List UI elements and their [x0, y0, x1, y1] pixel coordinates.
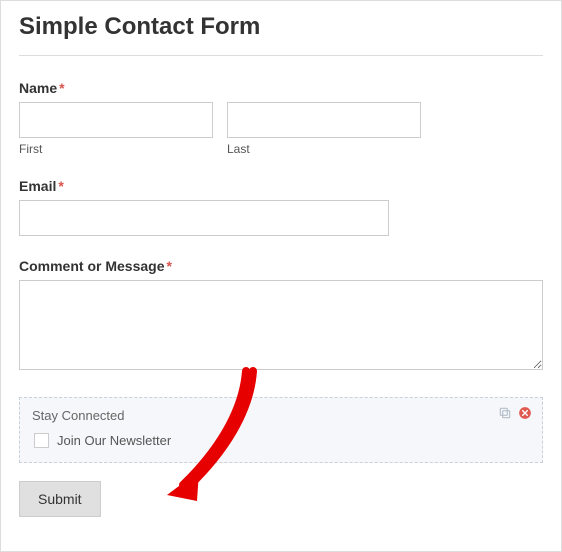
- newsletter-checkbox-label: Join Our Newsletter: [57, 433, 171, 448]
- email-field: Email*: [19, 178, 543, 236]
- divider: [19, 55, 543, 56]
- comment-textarea[interactable]: [19, 280, 543, 370]
- name-label-text: Name: [19, 80, 57, 96]
- email-required: *: [58, 178, 63, 194]
- newsletter-checkbox[interactable]: [34, 433, 49, 448]
- email-label: Email*: [19, 178, 543, 194]
- comment-label: Comment or Message*: [19, 258, 543, 274]
- name-field: Name* First Last: [19, 80, 543, 156]
- name-required: *: [59, 80, 64, 96]
- last-name-input[interactable]: [227, 102, 421, 138]
- first-name-input[interactable]: [19, 102, 213, 138]
- page-title: Simple Contact Form: [19, 13, 543, 41]
- email-label-text: Email: [19, 178, 56, 194]
- comment-field: Comment or Message*: [19, 258, 543, 375]
- delete-icon[interactable]: [518, 406, 532, 420]
- submit-button[interactable]: Submit: [19, 481, 101, 517]
- comment-label-text: Comment or Message: [19, 258, 164, 274]
- email-input[interactable]: [19, 200, 389, 236]
- newsletter-block[interactable]: Stay Connected Join Our Newsletter: [19, 397, 543, 463]
- first-name-sublabel: First: [19, 142, 213, 156]
- last-name-sublabel: Last: [227, 142, 421, 156]
- duplicate-icon[interactable]: [498, 406, 512, 420]
- newsletter-block-title: Stay Connected: [32, 408, 530, 423]
- name-label: Name*: [19, 80, 543, 96]
- comment-required: *: [166, 258, 171, 274]
- form-frame: Simple Contact Form Name* First Last Ema…: [0, 0, 562, 552]
